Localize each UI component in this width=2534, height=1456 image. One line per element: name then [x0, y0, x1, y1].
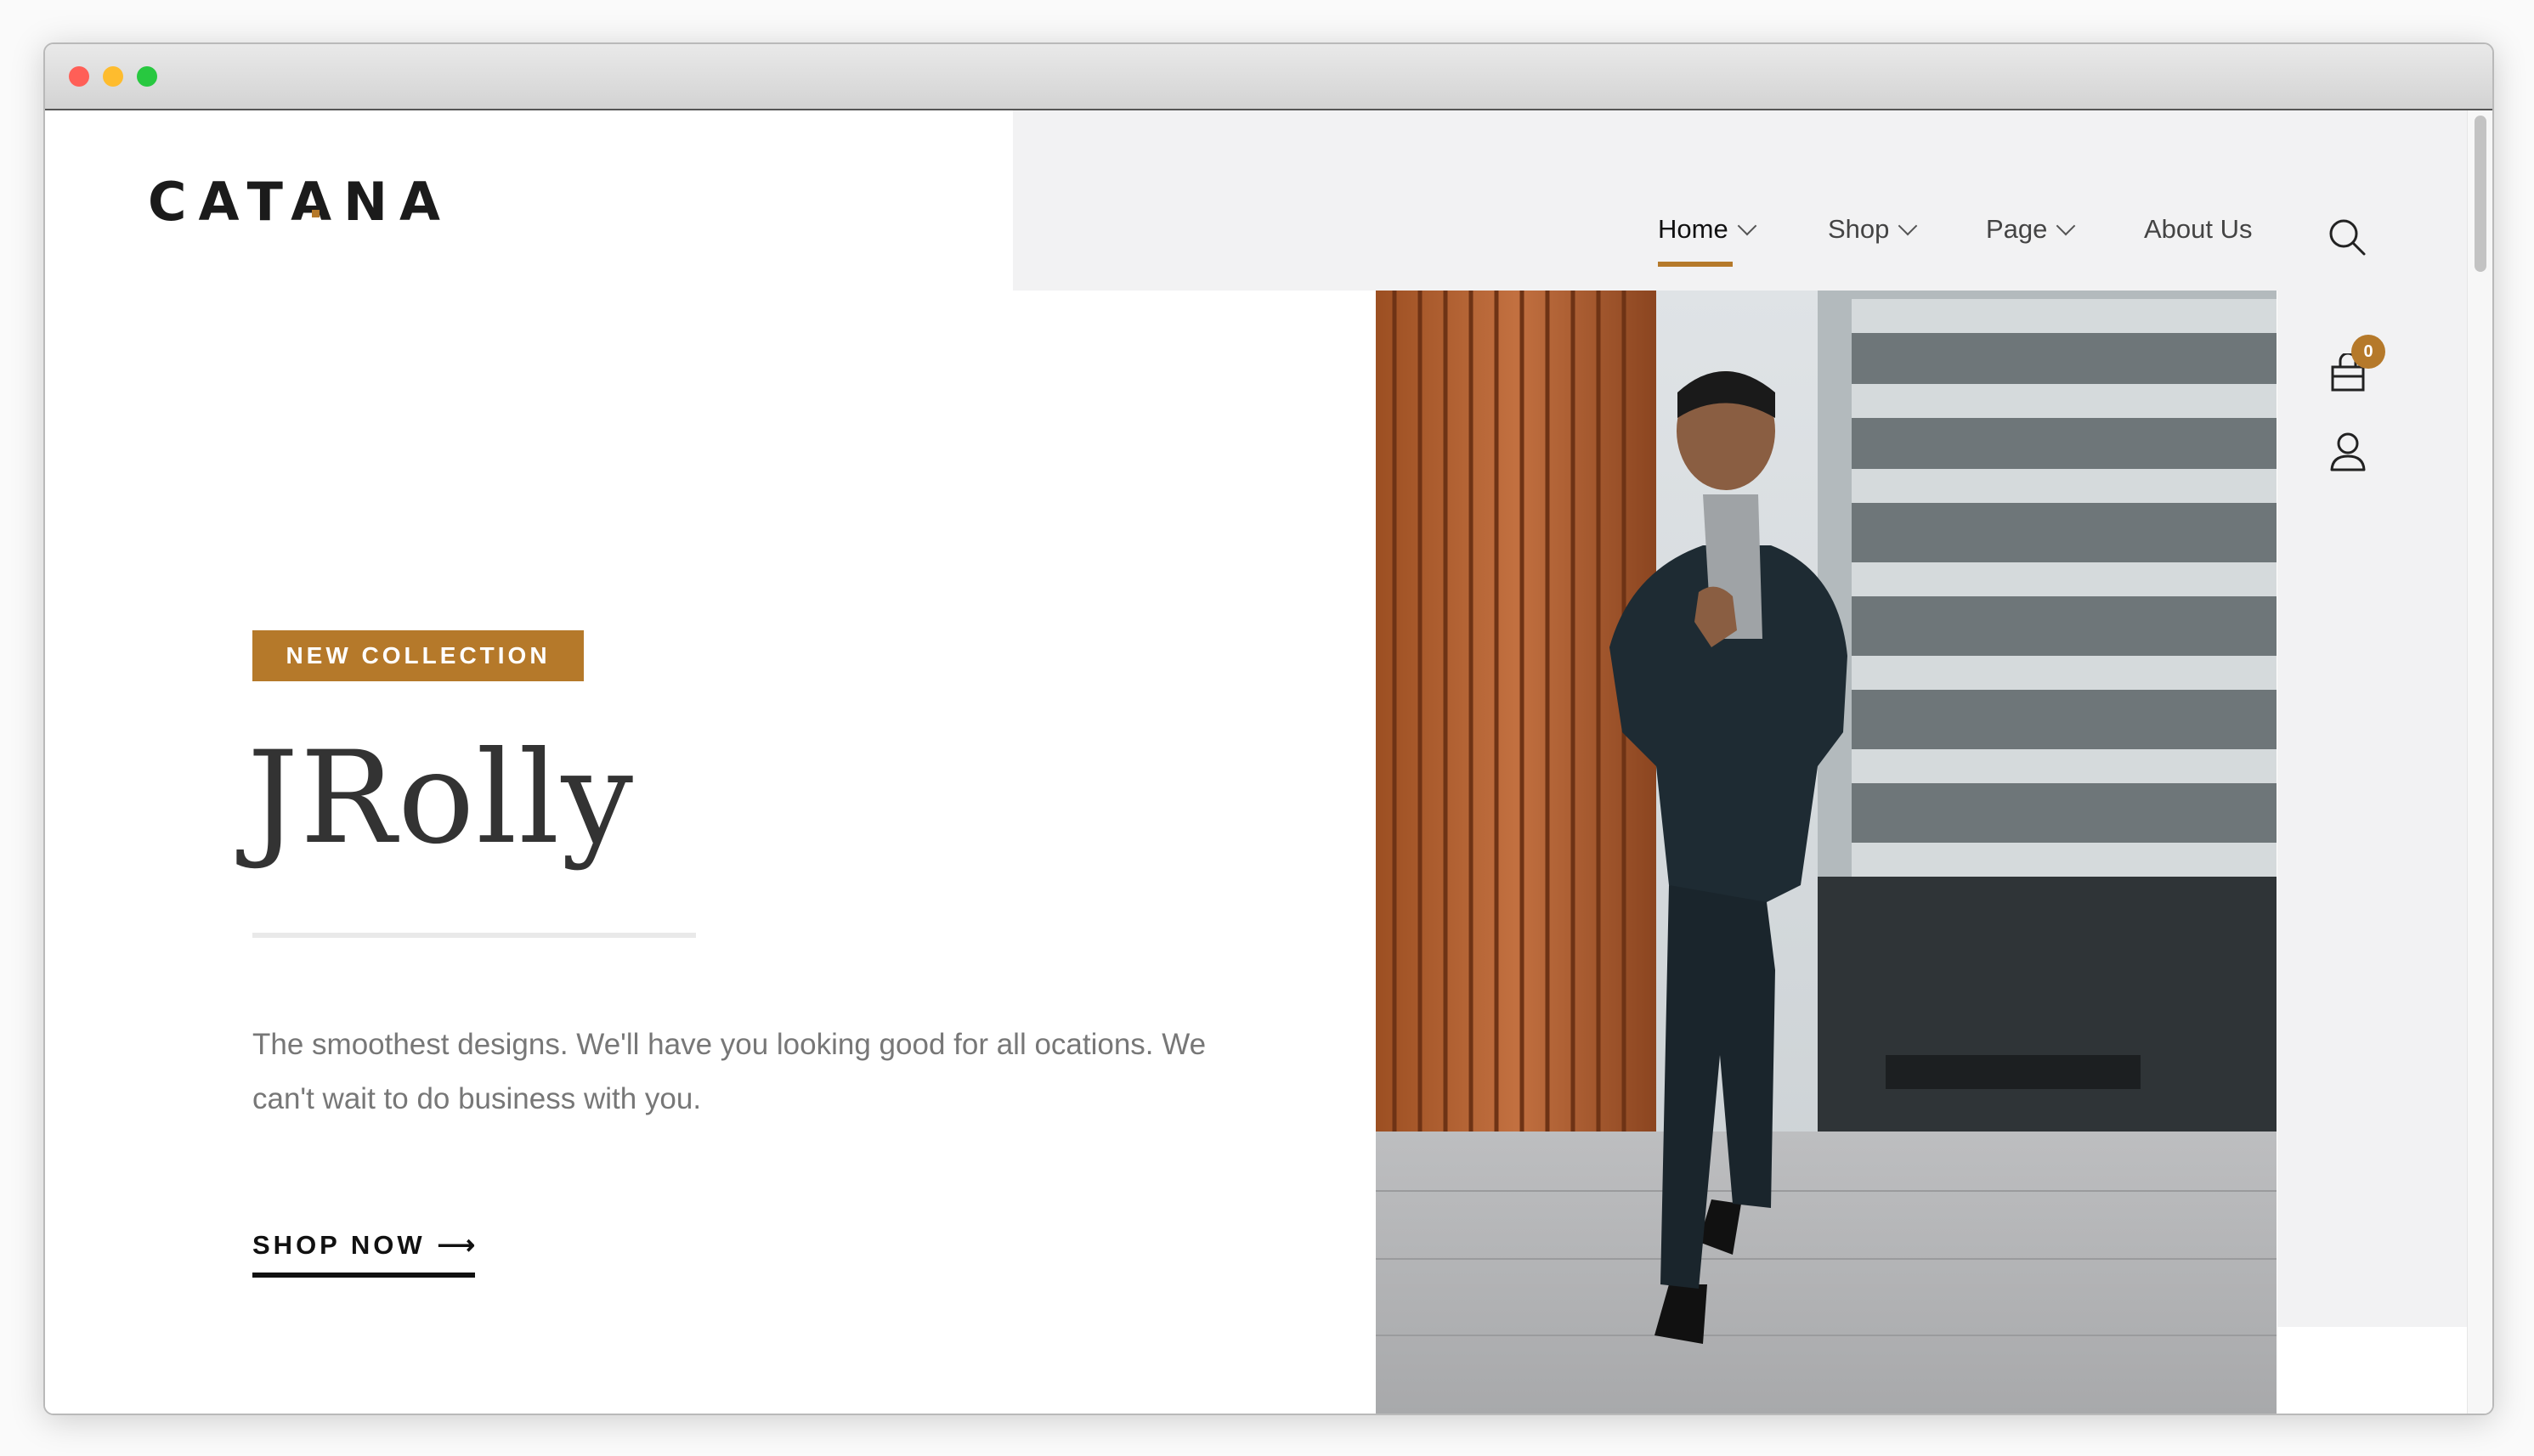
nav-item-page[interactable]: Page — [1986, 212, 2076, 246]
nav-item-shop-label: Shop — [1828, 214, 1890, 244]
hero-title: JRolly — [247, 725, 636, 872]
nav-item-page-label: Page — [1986, 214, 2048, 244]
nav-active-indicator — [1658, 262, 1733, 267]
zoom-window-button[interactable] — [137, 66, 157, 87]
nav-item-about-us-label: About Us — [2144, 214, 2253, 244]
browser-window: CATANA Home Shop Page About Us 0 NEW COL… — [43, 42, 2494, 1415]
side-rail — [2277, 291, 2492, 1327]
chevron-down-icon — [1898, 216, 1918, 236]
chevron-down-icon — [2056, 216, 2076, 236]
window-titlebar — [45, 44, 2492, 110]
hero-divider — [252, 933, 696, 938]
nav-item-home[interactable]: Home — [1658, 212, 1757, 246]
nav-item-about-us[interactable]: About Us — [2144, 212, 2253, 246]
header-background — [1013, 110, 2492, 291]
arrow-right-icon: ⟶ — [437, 1230, 476, 1260]
new-collection-badge: NEW COLLECTION — [252, 630, 584, 681]
scrollbar-thumb[interactable] — [2475, 116, 2486, 272]
user-icon[interactable] — [2329, 432, 2367, 472]
chevron-down-icon — [1737, 216, 1757, 236]
close-window-button[interactable] — [69, 66, 89, 87]
shop-now-button[interactable]: SHOP NOW ⟶ — [252, 1230, 476, 1278]
site-logo[interactable]: CATANA — [148, 160, 452, 245]
nav-item-home-label: Home — [1658, 214, 1728, 244]
page-viewport: CATANA Home Shop Page About Us 0 NEW COL… — [45, 110, 2492, 1414]
logo-accent-mark — [312, 210, 320, 217]
shop-now-label: SHOP NOW — [252, 1230, 426, 1260]
hero-description: The smoothest designs. We'll have you lo… — [252, 1028, 1207, 1115]
man-in-suit-photo — [1376, 291, 2277, 1414]
minimize-window-button[interactable] — [103, 66, 123, 87]
hero-photo — [1376, 291, 2277, 1414]
cart-count-badge: 0 — [2351, 335, 2385, 369]
search-icon[interactable] — [2328, 217, 2367, 257]
page-scrollbar[interactable] — [2467, 110, 2492, 1414]
nav-item-shop[interactable]: Shop — [1828, 212, 1918, 246]
